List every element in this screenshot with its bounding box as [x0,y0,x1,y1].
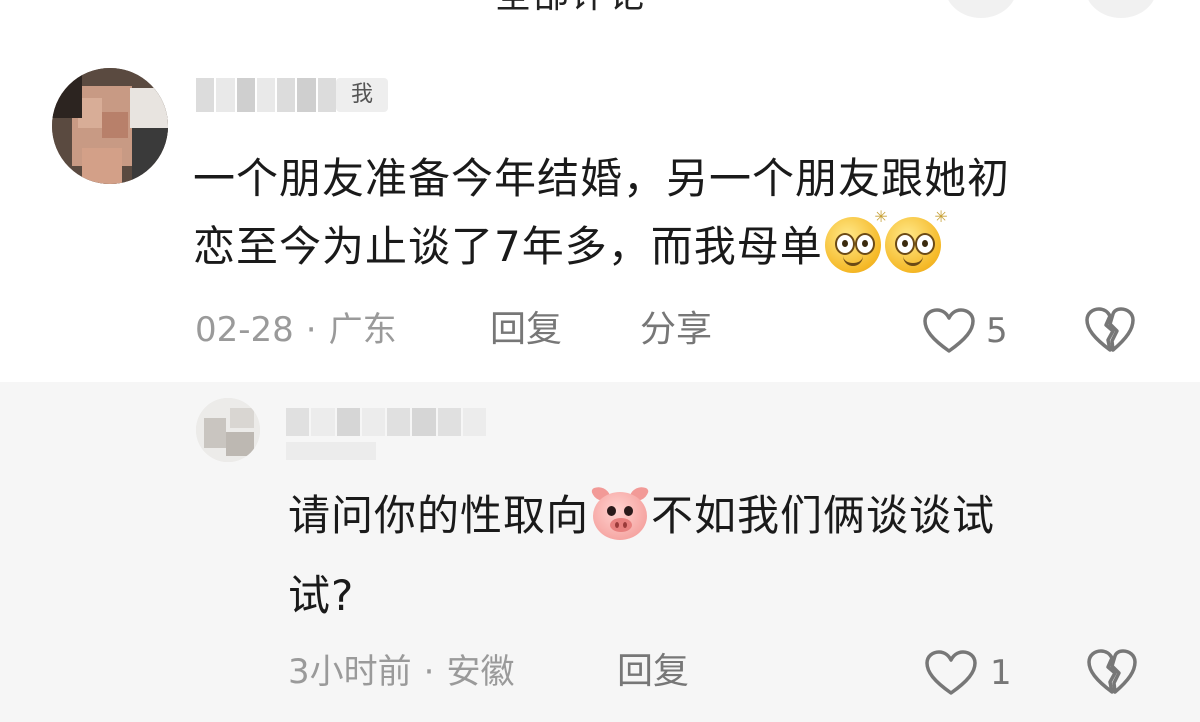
reply-like-button[interactable]: 1 [924,648,1012,698]
meta-separator: · [423,652,435,692]
main-comment: 我 一个朋友准备今年结婚，另一个朋友跟她初 恋至今为止谈了7年多，而我母单 ✳ ✳ … [0,30,1200,382]
share-button[interactable]: 分享 [640,308,712,352]
reply-comment: 请问你的性取向 不如我们俩谈谈试 试? 3小时前 · 安徽 回复 1 [0,382,1200,722]
comment-location: 广东 [328,310,397,350]
reply-reply-button[interactable]: 回复 [617,650,689,694]
comment-text-line2-text: 恋至今为止谈了7年多，而我母单 [193,222,823,271]
broken-heart-icon [1087,649,1137,694]
reply-location: 安徽 [446,652,515,692]
comment-page: 全部评论 我 一个朋友准备今年结婚，另一个朋友跟她初 恋至今为止谈了7年多，而我… [0,0,1200,722]
meta-separator: · [305,310,317,350]
reply-text-part2: 不如我们俩谈谈试 [651,491,996,540]
header-button-left[interactable] [945,0,1017,18]
stare-emoji-icon: ✳ [824,209,888,273]
reply-text-part1: 请问你的性取向 [288,491,590,540]
stare-emoji-icon: ✳ [884,209,948,273]
reply-text: 请问你的性取向 不如我们俩谈谈试 试? [288,476,1108,636]
heart-icon [925,650,977,695]
reply-like-count: 1 [990,653,1012,693]
reply-time: 3小时前 [288,652,412,692]
reply-username-blurred[interactable] [286,408,486,436]
reply-username-blurred-extra [286,442,376,460]
avatar[interactable] [52,68,168,184]
like-count: 5 [986,311,1008,351]
comment-date: 02-28 [195,310,294,350]
reply-meta: 3小时前 · 安徽 [288,650,514,694]
me-badge: 我 [336,78,388,112]
reply-button[interactable]: 回复 [490,308,562,352]
header-title: 全部评论 [495,0,647,14]
comment-text-line1: 一个朋友准备今年结婚，另一个朋友跟她初 [193,154,1011,203]
like-button[interactable]: 5 [922,306,1008,356]
comment-text: 一个朋友准备今年结婚，另一个朋友跟她初 恋至今为止谈了7年多，而我母单 ✳ ✳ [193,145,1153,281]
top-header: 全部评论 [0,0,1200,30]
pig-emoji-icon [590,483,650,542]
comment-text-line2: 恋至今为止谈了7年多，而我母单 ✳ ✳ [193,209,1153,281]
header-button-right[interactable] [1085,0,1157,18]
username-blurred[interactable] [196,78,336,112]
dislike-button[interactable] [1084,306,1136,356]
reply-text-line2: 试? [288,571,355,620]
reply-text-line1: 请问你的性取向 不如我们俩谈谈试 [288,476,1108,556]
broken-heart-icon [1085,307,1135,352]
heart-icon [923,308,975,353]
reply-dislike-button[interactable] [1086,648,1138,698]
comment-meta: 02-28 · 广东 [195,308,397,352]
reply-avatar[interactable] [196,398,260,462]
